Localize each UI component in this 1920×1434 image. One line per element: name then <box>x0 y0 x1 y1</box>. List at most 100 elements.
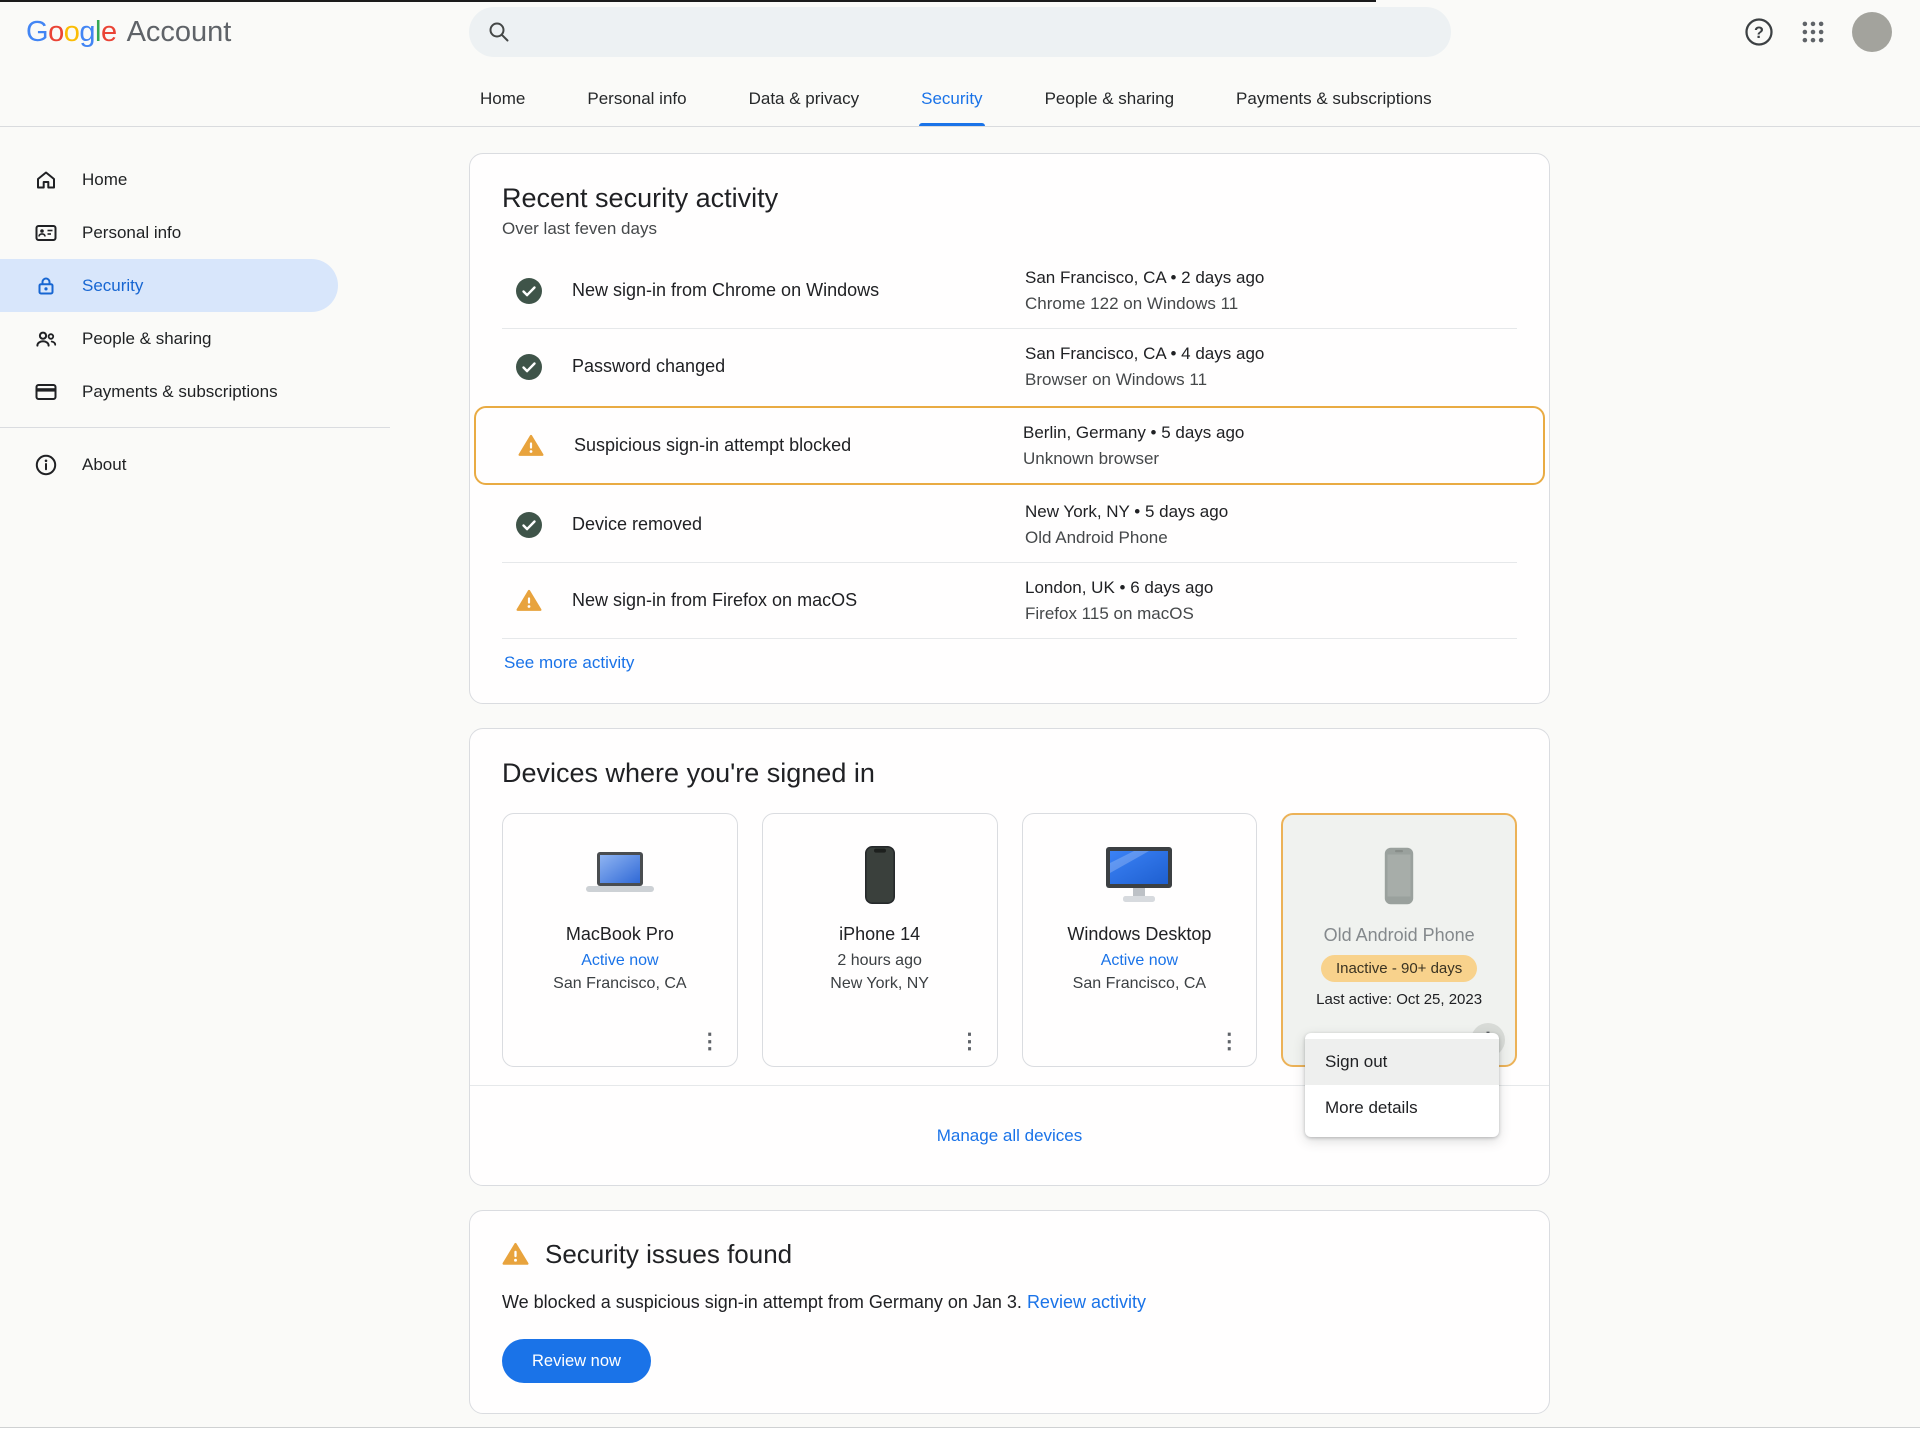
activity-row[interactable]: Device removed New York, NY • 5 days ago… <box>502 487 1517 562</box>
activity-row[interactable]: New sign-in from Chrome on Windows San F… <box>502 253 1517 328</box>
sidebar-item-label: About <box>82 455 126 475</box>
old-smartphone-icon <box>1384 845 1414 907</box>
window-bottom-gap <box>0 1428 1920 1434</box>
id-card-icon <box>34 221 58 245</box>
search-bar[interactable] <box>469 7 1451 57</box>
activity-meta-primary: London, UK • 6 days ago <box>1025 575 1517 601</box>
device-name: Windows Desktop <box>1067 924 1211 945</box>
sidebar-item-people-sharing[interactable]: People & sharing <box>0 312 338 365</box>
activity-meta-secondary: Browser on Windows 11 <box>1025 367 1517 393</box>
sidebar-item-label: Home <box>82 170 127 190</box>
more-options-icon <box>959 1029 980 1054</box>
warning-triangle-icon <box>502 1241 529 1268</box>
search-input[interactable] <box>525 22 1433 42</box>
device-options-button[interactable] <box>693 1024 727 1058</box>
device-card-iphone-14: iPhone 14 2 hours ago New York, NY <box>762 813 998 1067</box>
device-grid: MacBook Pro Active now San Francisco, CA… <box>502 813 1517 1067</box>
activity-meta: New York, NY • 5 days ago Old Android Ph… <box>1025 499 1517 551</box>
warning-triangle-icon <box>516 588 542 614</box>
device-card-old-android-phone: Old Android Phone Inactive - 90+ days La… <box>1281 813 1517 1067</box>
device-options-button[interactable] <box>1212 1024 1246 1058</box>
product-name: Account <box>127 16 232 49</box>
activity-title: New sign-in from Firefox on macOS <box>572 590 1025 611</box>
google-account-logo: Google Account <box>0 16 469 49</box>
google-logo: Google <box>26 16 117 49</box>
account-avatar[interactable] <box>1852 12 1892 52</box>
sidebar-item-about[interactable]: About <box>0 438 338 491</box>
device-last-active: Last active: Oct 25, 2023 <box>1316 991 1482 1008</box>
check-circle-icon <box>516 354 542 380</box>
sidebar-item-payments-subscriptions[interactable]: Payments & subscriptions <box>0 365 338 418</box>
inactive-badge: Inactive - 90+ days <box>1321 955 1477 982</box>
activity-meta: San Francisco, CA • 4 days ago Browser o… <box>1025 341 1517 393</box>
security-issues-card: Security issues found We blocked a suspi… <box>469 1210 1550 1414</box>
device-status: Active now <box>1101 952 1178 970</box>
device-card-windows-desktop: Windows Desktop Active now San Francisco… <box>1022 813 1258 1067</box>
activity-meta-secondary: Chrome 122 on Windows 11 <box>1025 291 1517 317</box>
tab-payments-subscriptions[interactable]: Payments & subscriptions <box>1234 89 1434 126</box>
card-title: Devices where you're signed in <box>502 757 1517 789</box>
activity-row[interactable]: Suspicious sign-in attempt blocked Berli… <box>504 408 1515 483</box>
activity-meta: San Francisco, CA • 2 days ago Chrome 12… <box>1025 265 1517 317</box>
page-content: Home Personal info Security People & sha… <box>0 153 1920 1414</box>
activity-title: Device removed <box>572 514 1025 535</box>
activity-row[interactable]: Password changed San Francisco, CA • 4 d… <box>502 329 1517 404</box>
lock-icon <box>34 274 58 298</box>
app-header: Google Account ? <box>0 0 1920 64</box>
help-icon: ? <box>1744 17 1774 47</box>
sidebar-item-security[interactable]: Security <box>0 259 338 312</box>
check-circle-icon <box>516 512 542 538</box>
activity-row[interactable]: New sign-in from Firefox on macOS London… <box>502 563 1517 638</box>
more-options-icon <box>1219 1029 1240 1054</box>
device-name: Old Android Phone <box>1324 925 1475 946</box>
tab-personal-info[interactable]: Personal info <box>585 89 688 126</box>
svg-text:?: ? <box>1754 24 1764 42</box>
sidebar-nav: Home Personal info Security People & sha… <box>0 153 469 1414</box>
activity-meta-primary: San Francisco, CA • 4 days ago <box>1025 341 1517 367</box>
review-activity-link[interactable]: Review activity <box>1027 1292 1146 1312</box>
tab-home[interactable]: Home <box>478 89 527 126</box>
issues-title: Security issues found <box>545 1239 792 1270</box>
issues-header: Security issues found <box>502 1239 1517 1270</box>
main-column: Recent security activity Over last feven… <box>469 153 1550 1414</box>
search-icon <box>487 20 511 44</box>
help-button[interactable]: ? <box>1744 17 1774 47</box>
device-location: New York, NY <box>830 975 929 993</box>
see-more-activity-link[interactable]: See more activity <box>504 653 634 673</box>
tab-data-privacy[interactable]: Data & privacy <box>747 89 862 126</box>
activity-meta-primary: San Francisco, CA • 2 days ago <box>1025 265 1517 291</box>
review-now-button[interactable]: Review now <box>502 1339 651 1383</box>
activity-meta-secondary: Old Android Phone <box>1025 525 1517 551</box>
suspicious-activity-highlight: Suspicious sign-in attempt blocked Berli… <box>474 406 1545 485</box>
activity-meta-primary: Berlin, Germany • 5 days ago <box>1023 420 1515 446</box>
device-status: Active now <box>581 952 658 970</box>
tab-people-sharing[interactable]: People & sharing <box>1043 89 1176 126</box>
window-top-edge <box>0 0 1376 2</box>
google-account-security-page: Google Account ? Home Personal info Data… <box>0 0 1920 1434</box>
activity-meta-secondary: Firefox 115 on macOS <box>1025 601 1517 627</box>
activity-meta-secondary: Unknown browser <box>1023 446 1515 472</box>
credit-card-icon <box>34 380 58 404</box>
info-icon <box>34 453 58 477</box>
desktop-monitor-icon <box>1097 844 1181 906</box>
recent-security-activity-card: Recent security activity Over last feven… <box>469 153 1550 704</box>
activity-title: Password changed <box>572 356 1025 377</box>
tab-security[interactable]: Security <box>919 89 984 126</box>
menu-item-more-details[interactable]: More details <box>1305 1085 1499 1131</box>
sidebar-item-label: People & sharing <box>82 329 211 349</box>
home-icon <box>34 168 58 192</box>
activity-meta-primary: New York, NY • 5 days ago <box>1025 499 1517 525</box>
device-status: 2 hours ago <box>837 952 922 970</box>
sidebar-item-label: Personal info <box>82 223 181 243</box>
card-subtitle: Over last feven days <box>502 219 1517 239</box>
apps-grid-button[interactable] <box>1800 19 1826 45</box>
card-title: Recent security activity <box>502 182 1517 214</box>
menu-item-sign-out[interactable]: Sign out <box>1305 1039 1499 1085</box>
activity-title: New sign-in from Chrome on Windows <box>572 280 1025 301</box>
warning-triangle-icon <box>518 433 544 459</box>
sidebar-item-home[interactable]: Home <box>0 153 338 206</box>
sidebar-item-personal-info[interactable]: Personal info <box>0 206 338 259</box>
device-options-button[interactable] <box>953 1024 987 1058</box>
manage-all-devices-link[interactable]: Manage all devices <box>937 1126 1083 1146</box>
device-name: MacBook Pro <box>566 924 674 945</box>
